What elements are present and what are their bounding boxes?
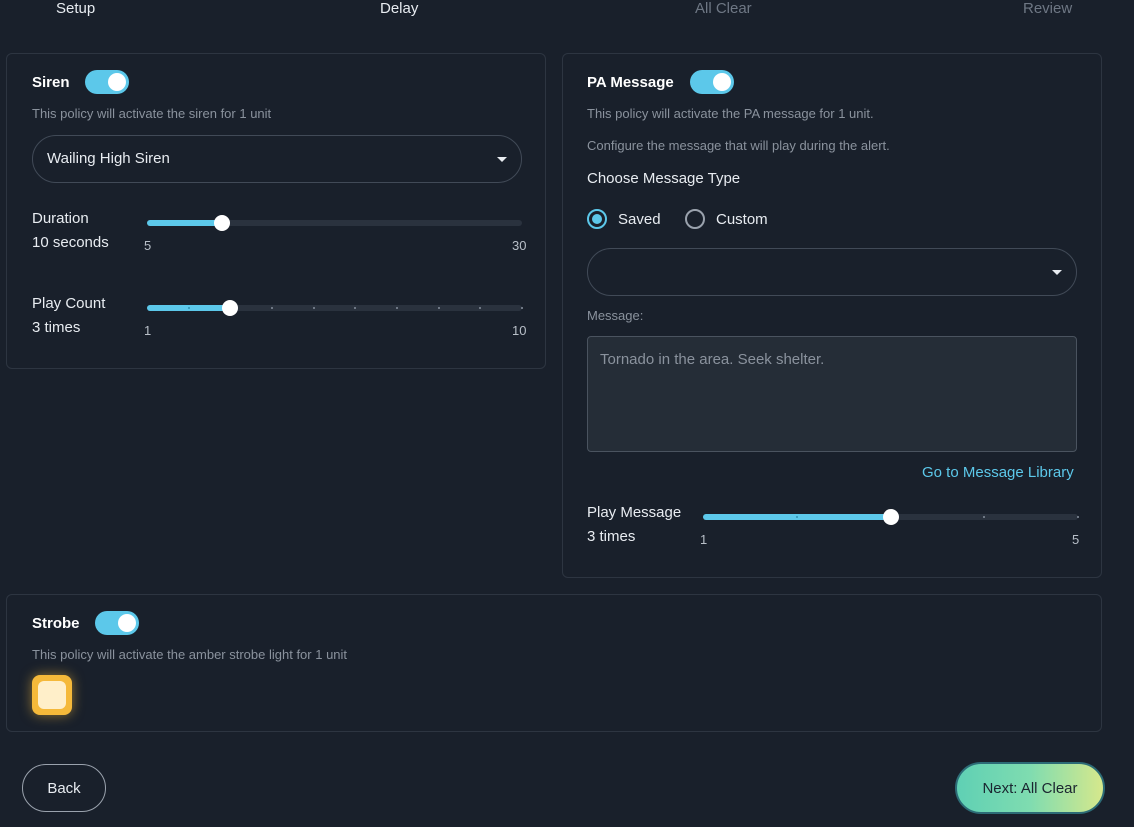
next-all-clear-button[interactable]: Next: All Clear: [955, 762, 1105, 814]
play-count-min: 1: [144, 323, 152, 338]
duration-min: 5: [144, 238, 152, 253]
slider-tick: [187, 307, 190, 309]
slider-thumb[interactable]: [214, 215, 230, 231]
amber-strobe-swatch[interactable]: [32, 675, 72, 715]
slider-tick: [521, 307, 523, 309]
toggle-knob: [713, 73, 731, 91]
toggle-knob: [118, 614, 136, 632]
caret-down-icon: [497, 157, 507, 162]
play-message-min: 1: [700, 532, 708, 547]
play-message-label: Play Message: [587, 504, 682, 521]
caret-down-icon: [1052, 270, 1062, 275]
duration-slider[interactable]: [147, 212, 522, 232]
siren-toggle[interactable]: [85, 70, 129, 94]
pa-toggle[interactable]: [690, 70, 734, 94]
pa-title: PA Message: [587, 74, 674, 91]
slider-fill: [147, 220, 222, 226]
strobe-toggle[interactable]: [95, 611, 139, 635]
radio-custom[interactable]: [685, 209, 705, 229]
back-button[interactable]: Back: [22, 764, 106, 812]
play-count-slider[interactable]: [147, 297, 523, 317]
swatch-inner: [38, 681, 66, 709]
wizard-stepper: Setup Delay All Clear Review: [0, 0, 1134, 20]
radio-custom-label[interactable]: Custom: [716, 211, 768, 228]
duration-value: 10 seconds: [32, 234, 109, 251]
siren-sound-select[interactable]: Wailing High Siren: [32, 135, 522, 183]
slider-thumb[interactable]: [882, 509, 899, 525]
radio-saved[interactable]: [587, 209, 607, 229]
slider-tick: [437, 307, 440, 309]
slider-tick: [312, 307, 315, 309]
slider-tick: [354, 307, 357, 309]
slider-tick: [795, 516, 798, 518]
play-count-label: Play Count: [32, 295, 106, 312]
pa-description: This policy will activate the PA message…: [587, 106, 874, 121]
message-textarea[interactable]: [587, 336, 1077, 452]
strobe-title: Strobe: [32, 615, 80, 632]
message-type-label: Choose Message Type: [587, 170, 741, 187]
siren-title: Siren: [32, 74, 70, 91]
step-delay[interactable]: Delay: [380, 0, 418, 18]
slider-tick: [983, 516, 986, 518]
siren-sound-value: Wailing High Siren: [47, 150, 170, 167]
play-count-value: 3 times: [32, 319, 81, 336]
radio-dot: [592, 214, 602, 224]
siren-description: This policy will activate the siren for …: [32, 106, 272, 121]
play-message-max: 5: [1072, 532, 1080, 547]
radio-saved-label[interactable]: Saved: [618, 211, 661, 228]
slider-tick: [479, 307, 482, 309]
message-label: Message:: [587, 308, 644, 323]
toggle-knob: [108, 73, 126, 91]
step-all-clear[interactable]: All Clear: [695, 0, 752, 18]
play-message-slider[interactable]: [703, 506, 1079, 526]
slider-tick: [1077, 516, 1079, 518]
strobe-description: This policy will activate the amber stro…: [32, 647, 348, 662]
saved-message-select[interactable]: [587, 248, 1077, 296]
duration-label: Duration: [32, 210, 89, 227]
slider-tick: [271, 307, 273, 309]
siren-card: Siren This policy will activate the sire…: [6, 53, 546, 369]
pa-message-card: PA Message This policy will activate the…: [562, 53, 1102, 578]
pa-instructions: Configure the message that will play dur…: [587, 138, 890, 153]
step-review[interactable]: Review: [1023, 0, 1072, 18]
message-library-link[interactable]: Go to Message Library: [922, 464, 1074, 481]
slider-tick: [396, 307, 398, 309]
strobe-card: Strobe This policy will activate the amb…: [6, 594, 1102, 732]
duration-max: 30: [512, 238, 527, 253]
step-setup[interactable]: Setup: [56, 0, 95, 18]
slider-thumb[interactable]: [222, 300, 239, 316]
play-message-value: 3 times: [587, 528, 636, 545]
play-count-max: 10: [512, 323, 527, 338]
